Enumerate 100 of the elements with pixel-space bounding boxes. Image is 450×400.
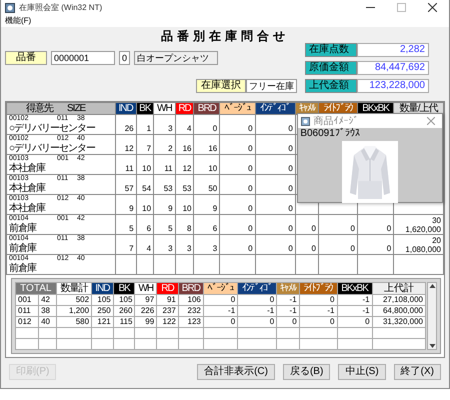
table-cell: 0	[312, 244, 316, 253]
table-cell: 0	[288, 204, 293, 213]
item-name-field: 白オープンシャツ	[134, 51, 218, 65]
table-cell: 0	[350, 224, 355, 233]
table-cell: 9	[168, 204, 173, 213]
summary-label: 上代金額	[305, 79, 357, 93]
table-cell: 97	[145, 295, 154, 304]
table-cell: 4	[146, 244, 152, 253]
table-cell: 1	[146, 124, 152, 133]
column-header: ｲﾝﾃﾞｨｺﾞ	[238, 282, 277, 294]
table-cell: 6	[146, 224, 152, 233]
table-cell: -1	[290, 306, 297, 315]
menu-item[interactable]: 機能(F)	[5, 16, 32, 26]
table-cell: 27,108,000	[382, 295, 423, 304]
table-cell: 105	[119, 295, 132, 304]
amount-cell: 1,620,000	[405, 225, 441, 234]
table-cell: 54	[142, 184, 152, 193]
column-header: WH	[154, 102, 176, 114]
table-cell: 0	[248, 244, 253, 253]
table-cell: 121	[97, 317, 111, 326]
column-header: WH	[134, 282, 157, 294]
table-cell: 0	[248, 144, 253, 153]
customer-name: 本社倉庫	[9, 163, 45, 174]
app-icon	[5, 2, 15, 12]
close-icon[interactable]	[428, 3, 437, 12]
button[interactable]: 戻る(B)	[282, 364, 330, 380]
summary-value: 123,228,000	[357, 79, 429, 93]
table-cell: 50	[208, 184, 218, 193]
table-cell: 232	[188, 306, 201, 315]
stock-select-field[interactable]: フリー在庫	[246, 79, 297, 93]
item-number-field[interactable]: 0000001	[51, 51, 115, 65]
table-cell: 5	[168, 224, 173, 233]
column-header: SIZE	[67, 102, 86, 114]
column-header: BK	[113, 282, 135, 294]
table-cell: 0	[365, 317, 370, 326]
table-cell: 10	[142, 204, 152, 213]
table-cell: 7	[129, 244, 134, 253]
size-label: 42	[41, 295, 50, 304]
table-cell: 0	[248, 164, 253, 173]
column-header: IND	[115, 102, 136, 114]
table-cell: 250	[97, 306, 111, 315]
table-cell: 0	[288, 164, 293, 173]
table-cell: 12	[182, 164, 192, 173]
customer-name: 前倉庫	[9, 223, 36, 234]
customer-name: 本社倉庫	[9, 203, 45, 214]
table-cell: 0	[270, 317, 274, 326]
window-title: 商品ｲﾒｰｼﾞ	[313, 114, 358, 128]
table-cell: 53	[182, 184, 192, 193]
table-cell: 0	[292, 317, 297, 326]
table-cell: 123	[188, 317, 201, 326]
table-cell: 7	[146, 144, 152, 153]
button[interactable]: 中止(S)	[338, 364, 386, 380]
table-cell: 9	[129, 204, 134, 213]
table-cell: -1	[327, 306, 334, 315]
customer-name: 前倉庫	[9, 263, 36, 274]
table-cell: 502	[76, 295, 90, 304]
scroll-down-icon[interactable]	[428, 343, 436, 349]
window-title: 在庫照会室 (Win32 NT)	[19, 2, 102, 14]
stock-select-label: 在庫選択	[196, 79, 246, 93]
table-cell: 11	[164, 164, 173, 173]
column-header: 数量計	[56, 282, 92, 294]
table-cell: 0	[386, 224, 392, 233]
amount-cell: 1,080,000	[405, 245, 441, 254]
summary-label: 在庫点数	[305, 43, 357, 57]
table-cell: 237	[162, 306, 176, 315]
size-code: 011	[18, 306, 31, 315]
size-code: 001	[18, 295, 32, 304]
table-cell: 0	[248, 184, 253, 193]
table-cell: 10	[208, 164, 218, 173]
table-cell: 0	[248, 204, 253, 213]
size-label: 40	[41, 317, 50, 326]
form-title: 品番別在庫問合せ	[160, 29, 290, 43]
table-cell: 0	[386, 244, 392, 253]
table-cell: 226	[140, 306, 154, 315]
scrollbar[interactable]	[427, 282, 437, 350]
table-cell: -1	[362, 295, 370, 304]
table-cell: 10	[182, 204, 192, 213]
table-cell: 0	[248, 224, 253, 233]
table-cell: 31,320,000	[382, 317, 423, 326]
customer-name: 本社倉庫	[9, 183, 45, 194]
table-cell: 53	[164, 184, 173, 193]
table-cell: 0	[230, 295, 236, 304]
table-cell: 5	[129, 224, 134, 233]
button[interactable]: 終了(X)	[394, 364, 441, 380]
table-cell: 8	[187, 224, 192, 233]
table-cell: 106	[188, 295, 201, 304]
customer-name: 前倉庫	[9, 243, 36, 254]
table-cell: 0	[350, 244, 355, 253]
scroll-up-icon[interactable]	[428, 283, 436, 289]
table-cell: 57	[124, 184, 134, 193]
table-cell: 16	[208, 144, 218, 153]
column-header: ﾍﾞｰｼﾞｭ	[203, 282, 238, 294]
column-header: BRD	[194, 102, 220, 114]
table-cell: 0	[312, 224, 316, 233]
button[interactable]: 合計非表示(C)	[197, 364, 275, 380]
table-cell: 105	[97, 295, 111, 304]
table-cell: 4	[187, 124, 192, 133]
table-cell: -1	[228, 306, 236, 315]
table-cell: 12	[124, 144, 134, 153]
summary-value: 84,447,692	[357, 61, 429, 75]
